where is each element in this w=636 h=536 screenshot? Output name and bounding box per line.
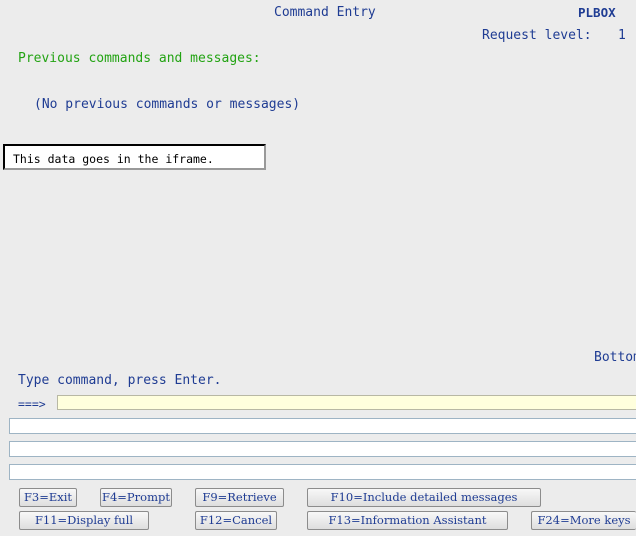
page-title: Command Entry (274, 5, 376, 20)
command-continuation-input-2[interactable] (9, 441, 636, 457)
f10-include-detailed-messages-button[interactable]: F10=Include detailed messages (307, 488, 541, 507)
no-messages-text: (No previous commands or messages) (34, 97, 301, 112)
f13-information-assistant-button[interactable]: F13=Information Assistant (307, 511, 508, 530)
command-continuation-input-3[interactable] (9, 464, 636, 480)
request-level-value: 1 (618, 28, 626, 43)
request-level-label: Request level: (482, 28, 592, 43)
bottom-indicator: Bottom (594, 350, 636, 365)
command-continuation-input-1[interactable] (9, 418, 636, 434)
command-input[interactable] (57, 395, 636, 410)
command-prompt: ===> (18, 397, 46, 411)
f9-retrieve-button[interactable]: F9=Retrieve (195, 488, 284, 507)
system-name: PLBOX (578, 5, 616, 20)
command-instruction: Type command, press Enter. (18, 373, 222, 388)
f4-prompt-button[interactable]: F4=Prompt (100, 488, 172, 507)
messages-heading: Previous commands and messages: (18, 51, 261, 66)
f3-exit-button[interactable]: F3=Exit (19, 488, 77, 507)
f12-cancel-button[interactable]: F12=Cancel (195, 511, 277, 530)
iframe-content: This data goes in the iframe. (3, 144, 266, 170)
f11-display-full-button[interactable]: F11=Display full (19, 511, 149, 530)
f24-more-keys-button[interactable]: F24=More keys (531, 511, 636, 530)
